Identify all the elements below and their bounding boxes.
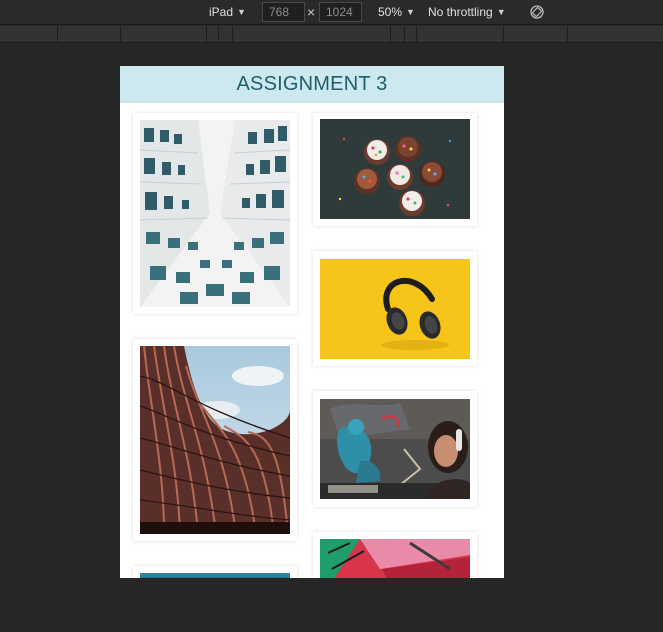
throttling-select[interactable]: No throttling ▼ [428, 4, 506, 21]
media-query-segment[interactable] [120, 26, 121, 43]
page-header: ASSIGNMENT 3 [120, 66, 504, 103]
graffiti-woman-photo[interactable] [320, 399, 470, 499]
media-query-segment[interactable] [416, 26, 417, 43]
wavy-building-photo[interactable] [140, 346, 290, 534]
gallery-card[interactable] [133, 339, 297, 541]
blue-photo[interactable] [140, 573, 290, 578]
media-query-segment[interactable] [218, 26, 219, 43]
chevron-down-icon: ▼ [237, 7, 246, 17]
page-title: ASSIGNMENT 3 [236, 73, 388, 95]
cupcakes-photo[interactable] [320, 119, 470, 219]
media-query-segment[interactable] [232, 26, 233, 43]
device-label: iPad [209, 5, 234, 19]
media-query-bar[interactable] [0, 26, 663, 43]
rotate-icon[interactable] [529, 4, 545, 20]
device-toolbar: iPad ▼ 768 × 1024 50% ▼ No throttling ▼ [0, 0, 663, 25]
building-photo[interactable] [140, 120, 290, 307]
gallery-card[interactable] [313, 113, 477, 226]
device-select[interactable]: iPad ▼ [209, 4, 246, 21]
media-query-segment[interactable] [567, 26, 568, 43]
media-query-segment[interactable] [503, 26, 504, 43]
gallery-card[interactable] [313, 391, 477, 507]
throttling-label: No throttling [428, 5, 493, 19]
width-input[interactable]: 768 [262, 2, 305, 22]
gallery-card[interactable] [133, 113, 297, 314]
colorful-graffiti-photo[interactable] [320, 539, 470, 578]
gallery-card[interactable] [313, 532, 477, 578]
media-query-segment[interactable] [390, 26, 391, 43]
chevron-down-icon: ▼ [496, 7, 506, 17]
media-query-segment[interactable] [206, 26, 207, 43]
media-query-segment[interactable] [57, 26, 58, 43]
zoom-select[interactable]: 50% ▼ [378, 4, 415, 21]
zoom-label: 50% [378, 5, 403, 19]
gallery-card[interactable] [313, 251, 477, 366]
dimension-separator: × [307, 4, 316, 20]
headphones-photo[interactable] [320, 259, 470, 359]
chevron-down-icon: ▼ [406, 7, 415, 17]
height-input[interactable]: 1024 [319, 2, 362, 22]
emulated-page: ASSIGNMENT 3 [120, 66, 504, 578]
media-query-segment[interactable] [404, 26, 405, 43]
gallery-card[interactable] [133, 566, 297, 578]
